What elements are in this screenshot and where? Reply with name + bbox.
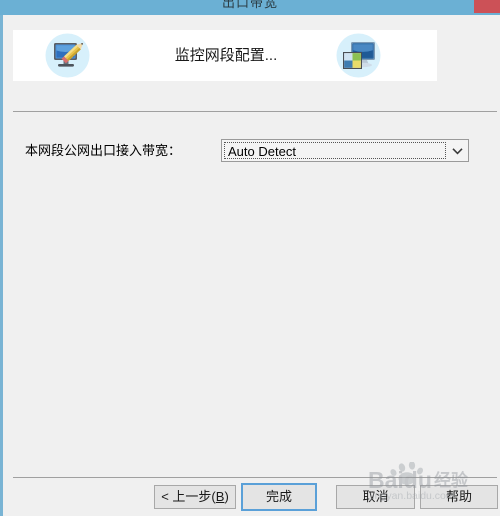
bandwidth-form-row: 本网段公网出口接入带宽： Auto Detect bbox=[3, 139, 500, 163]
back-button[interactable]: < 上一步(B) bbox=[154, 485, 236, 509]
title-bar[interactable]: 出口带宽 bbox=[0, 0, 500, 15]
bandwidth-select-value[interactable]: Auto Detect bbox=[224, 142, 446, 159]
dialog-window: 出口带宽 监控网段配置... 本网段公网出口接入带宽： Auto Detect … bbox=[0, 0, 500, 516]
help-button[interactable]: 帮助 bbox=[420, 485, 498, 509]
monitor-pencil-icon bbox=[45, 33, 90, 78]
back-button-prefix: < 上一步( bbox=[161, 489, 216, 504]
wizard-header-panel: 监控网段配置... bbox=[13, 30, 437, 81]
close-icon[interactable] bbox=[474, 0, 500, 13]
wizard-header-title: 监控网段配置... bbox=[174, 47, 278, 64]
cancel-button[interactable]: 取消 bbox=[336, 485, 415, 509]
window-title: 出口带宽 bbox=[221, 0, 278, 10]
back-button-suffix: ) bbox=[224, 489, 229, 504]
footer-separator bbox=[13, 477, 497, 478]
chevron-down-icon[interactable] bbox=[448, 142, 466, 159]
monitor-network-icon bbox=[336, 33, 381, 78]
bandwidth-label: 本网段公网出口接入带宽： bbox=[25, 143, 182, 158]
header-separator bbox=[13, 111, 497, 112]
dialog-client-area: 监控网段配置... 本网段公网出口接入带宽： Auto Detect < 上一步… bbox=[0, 15, 500, 516]
bandwidth-select[interactable]: Auto Detect bbox=[221, 139, 469, 162]
finish-button[interactable]: 完成 bbox=[241, 483, 317, 511]
dialog-button-bar: < 上一步(B) 完成 取消 帮助 bbox=[3, 483, 500, 515]
